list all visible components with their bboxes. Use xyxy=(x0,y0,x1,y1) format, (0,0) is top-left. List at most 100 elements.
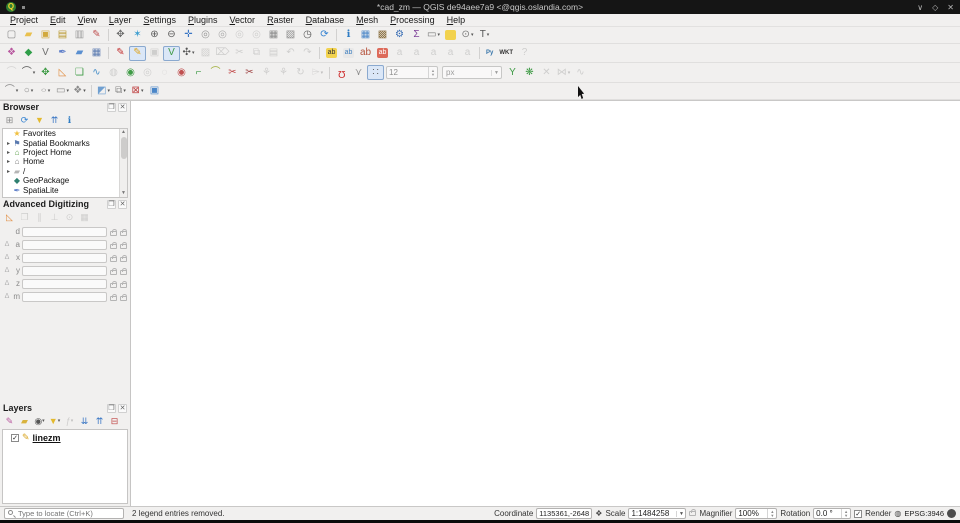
menu-item[interactable]: Edit xyxy=(44,15,72,25)
pin-unpin-labels-button[interactable]: ab xyxy=(374,46,391,61)
new-3d-map-view-button[interactable]: ▧ xyxy=(282,28,299,43)
measure-button[interactable]: ▭ xyxy=(425,28,442,43)
browser-properties-button[interactable]: ℹ xyxy=(62,113,77,127)
rotation-spinbox[interactable]: 0.0 ° ▲▼ xyxy=(813,508,851,519)
project-save-button[interactable]: ▣ xyxy=(37,28,54,43)
locate-search[interactable] xyxy=(4,508,124,519)
delete-selected-button[interactable]: ⌦ xyxy=(214,46,231,61)
delete-part-button[interactable]: ◉ xyxy=(173,65,190,80)
split-parts-button[interactable]: ✂ xyxy=(241,65,258,80)
menu-item[interactable]: Plugins xyxy=(182,15,224,25)
relative-toggle-button[interactable]: Δ xyxy=(3,280,11,287)
browser-item-root[interactable]: ▸ ▰ / xyxy=(3,167,119,176)
processing-toolbox-button[interactable]: ⚙ xyxy=(391,28,408,43)
panel-close-button[interactable]: ✕ xyxy=(118,200,127,209)
project-open-button[interactable]: ▰ xyxy=(20,28,37,43)
add-line-feature-button[interactable]: V xyxy=(163,46,180,61)
crs-indicator[interactable]: EPSG:3946 xyxy=(904,509,944,518)
field-calculator-button[interactable]: ▩ xyxy=(374,28,391,43)
zoom-to-layer-button[interactable]: ◎ xyxy=(214,28,231,43)
paste-features-button[interactable]: ▤ xyxy=(265,46,282,61)
deselect-features-button[interactable]: ⊠ xyxy=(129,84,146,99)
select-by-location-button[interactable]: ▣ xyxy=(146,84,163,99)
add-regular-polygon-button[interactable]: ❖ xyxy=(71,84,88,99)
advdig-value-input[interactable] xyxy=(22,240,107,250)
menu-item[interactable]: Mesh xyxy=(350,15,384,25)
print-layout-button[interactable]: ▥ xyxy=(71,28,88,43)
topological-editing-button[interactable]: Y xyxy=(504,65,521,80)
map-tips-button[interactable] xyxy=(442,28,459,43)
relative-toggle-button[interactable]: Δ xyxy=(3,267,11,274)
pan-map-button[interactable]: ✥ xyxy=(112,28,129,43)
layer-visibility-checkbox[interactable]: ✓ xyxy=(11,434,19,442)
construction-guides-button[interactable]: ▦ xyxy=(77,210,92,224)
relative-toggle-button[interactable]: Δ xyxy=(3,254,11,261)
redo-button[interactable]: ↷ xyxy=(299,46,316,61)
advdig-value-input[interactable] xyxy=(22,227,107,237)
relative-toggle-button[interactable]: Δ xyxy=(3,241,11,248)
lock-icon[interactable] xyxy=(110,296,117,301)
style-manager-button[interactable]: ✎ xyxy=(88,28,105,43)
rotate-feature-button[interactable]: ◺ xyxy=(54,65,71,80)
temporal-controller-button[interactable]: ◷ xyxy=(299,28,316,43)
messages-icon[interactable] xyxy=(947,509,956,518)
extents-toggle-icon[interactable]: ❖ xyxy=(595,509,602,518)
change-label-button[interactable]: a xyxy=(459,46,476,61)
split-features-button[interactable]: ✂ xyxy=(224,65,241,80)
expand-all-button[interactable]: ⇊ xyxy=(77,414,92,428)
perpendicular-constraint-button[interactable]: ⊥ xyxy=(47,210,62,224)
rotate-label-button[interactable]: a xyxy=(425,46,442,61)
browser-item-geopackage[interactable]: ▸ ◆ GeoPackage xyxy=(3,176,119,185)
layer-diagram-button[interactable]: ab xyxy=(340,46,357,61)
filter-legend-button[interactable]: ▼ xyxy=(47,414,62,428)
spin-arrows-icon[interactable]: ▲▼ xyxy=(841,509,850,518)
reshape-features-button[interactable]: ⌐ xyxy=(190,65,207,80)
collapse-all-layers-button[interactable]: ⇈ xyxy=(92,414,107,428)
menu-item[interactable]: View xyxy=(72,15,103,25)
browser-refresh-button[interactable]: ⟳ xyxy=(17,113,32,127)
parallel-constraint-button[interactable]: ∥ xyxy=(32,210,47,224)
undo-button[interactable]: ↶ xyxy=(282,46,299,61)
browser-item-favorites[interactable]: ▸ ★ Favorites xyxy=(3,129,119,138)
enable-tracing-button[interactable]: ∿ xyxy=(572,65,589,80)
statistical-summary-button[interactable]: Σ xyxy=(408,28,425,43)
expander-icon[interactable]: ▸ xyxy=(5,168,12,175)
move-feature-button[interactable]: ✥ xyxy=(37,65,54,80)
snapping-units-combo[interactable]: px ▼ xyxy=(442,66,502,79)
window-shade-button[interactable]: ∨ xyxy=(917,3,923,12)
add-rectangle-button[interactable]: ▭ xyxy=(54,84,71,99)
add-group-button[interactable]: ▰ xyxy=(17,414,32,428)
browser-add-layers-button[interactable]: ⊞ xyxy=(2,113,17,127)
toggle-editing-button[interactable]: ✎ xyxy=(129,46,146,61)
panel-float-button[interactable]: ❐ xyxy=(107,404,116,413)
snapping-options-button[interactable]: ∷ xyxy=(367,65,384,80)
open-attribute-table-button[interactable]: ▦ xyxy=(357,28,374,43)
relative-toggle-button[interactable]: Δ xyxy=(3,293,11,300)
snapping-type-button[interactable]: ⋎ xyxy=(350,65,367,80)
text-annotation-button[interactable]: T xyxy=(476,28,493,43)
current-edits-button[interactable]: ✎ xyxy=(112,46,129,61)
select-by-value-button[interactable]: ⧉ xyxy=(112,84,129,99)
scroll-thumb[interactable] xyxy=(121,137,127,159)
panel-close-button[interactable]: ✕ xyxy=(118,103,127,112)
new-map-view-button[interactable]: ▦ xyxy=(265,28,282,43)
simplify-feature-button[interactable]: ∿ xyxy=(88,65,105,80)
identify-features-button[interactable]: ℹ xyxy=(340,28,357,43)
project-new-button[interactable]: ▢ xyxy=(3,28,20,43)
new-shapefile-layer-button[interactable]: V xyxy=(37,46,54,61)
layer-labeling-button[interactable]: ab xyxy=(323,46,340,61)
zoom-to-selection-button[interactable]: ◎ xyxy=(197,28,214,43)
rotate-point-symbols-button[interactable]: ↻ xyxy=(292,65,309,80)
add-circle-button[interactable]: ○ xyxy=(20,84,37,99)
copy-move-feature-button[interactable]: ❏ xyxy=(71,65,88,80)
python-console-button[interactable]: Py xyxy=(483,46,496,61)
zoom-out-button[interactable]: ⊖ xyxy=(163,28,180,43)
construction-mode-button[interactable]: ❐ xyxy=(17,210,32,224)
delete-ring-button[interactable]: ◌ xyxy=(156,65,173,80)
scale-lock-icon[interactable] xyxy=(689,511,696,516)
scroll-down-icon[interactable]: ▼ xyxy=(121,190,126,197)
repeating-lock-icon[interactable] xyxy=(120,257,127,262)
panel-float-button[interactable]: ❐ xyxy=(107,103,116,112)
add-ellipse-button[interactable]: ○ xyxy=(37,84,54,99)
digitize-with-curve-button[interactable]: ⌒ xyxy=(20,65,37,80)
